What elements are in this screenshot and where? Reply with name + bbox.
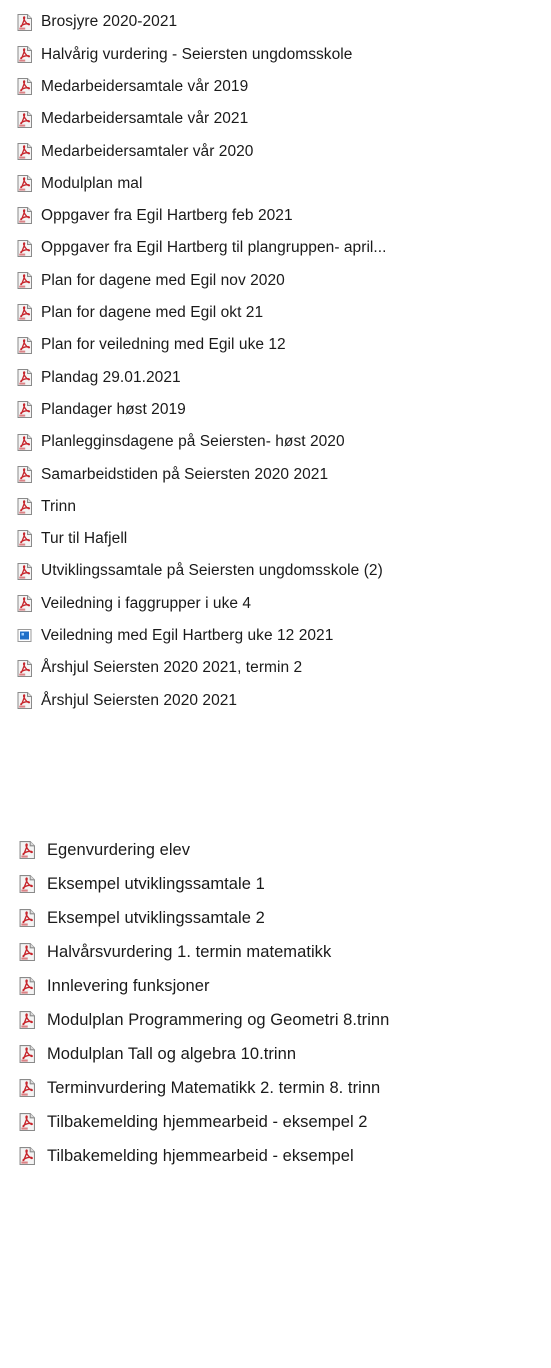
pdf-file-icon <box>17 207 32 225</box>
pdf-file-icon <box>17 13 32 31</box>
image-file-icon <box>17 627 32 644</box>
list-item[interactable]: Veiledning i faggrupper i uke 4 <box>0 587 551 619</box>
file-name-label: Modulplan Tall og algebra 10.trinn <box>47 1044 297 1063</box>
pdf-file-icon <box>19 1045 35 1064</box>
list-item[interactable]: Egenvurdering elev <box>0 833 551 867</box>
file-name-label: Årshjul Seiersten 2020 2021 <box>41 691 238 709</box>
list-item[interactable]: Årshjul Seiersten 2020 2021, termin 2 <box>0 652 551 684</box>
file-name-label: Eksempel utviklingssamtale 1 <box>47 874 265 893</box>
pdf-file-icon <box>17 465 32 483</box>
list-item[interactable]: Brosjyre 2020-2021 <box>0 6 551 38</box>
list-item[interactable]: Plandag 29.01.2021 <box>0 361 551 393</box>
pdf-file-icon <box>17 78 32 96</box>
pdf-file-icon <box>17 175 32 193</box>
pdf-file-icon <box>17 239 32 257</box>
pdf-file-icon <box>17 336 32 354</box>
list-item[interactable]: Modulplan Tall og algebra 10.trinn <box>0 1037 551 1071</box>
pdf-file-icon <box>19 943 35 962</box>
file-list-top: Brosjyre 2020-2021 Halvårig vurdering - S… <box>0 6 551 717</box>
file-name-label: Utviklingssamtale på Seiersten ungdomssk… <box>41 562 383 580</box>
list-item[interactable]: Samarbeidstiden på Seiersten 2020 2021 <box>0 458 551 490</box>
file-name-label: Medarbeidersamtaler vår 2020 <box>41 142 254 160</box>
file-name-label: Plan for veiledning med Egil uke 12 <box>41 336 286 354</box>
file-name-label: Tilbakemelding hjemmearbeid - eksempel 2 <box>47 1112 368 1131</box>
file-name-label: Modulplan mal <box>41 174 143 192</box>
file-name-label: Plan for dagene med Egil okt 21 <box>41 304 264 322</box>
list-item[interactable]: Modulplan Programmering og Geometri 8.tr… <box>0 1003 551 1037</box>
pdf-file-icon <box>19 977 35 996</box>
pdf-file-icon <box>19 1113 35 1132</box>
file-name-label: Oppgaver fra Egil Hartberg feb 2021 <box>41 207 293 225</box>
list-item[interactable]: Halvårig vurdering - Seiersten ungdomssk… <box>0 38 551 70</box>
list-item[interactable]: Årshjul Seiersten 2020 2021 <box>0 684 551 716</box>
list-item[interactable]: Veiledning med Egil Hartberg uke 12 2021 <box>0 620 551 652</box>
file-name-label: Oppgaver fra Egil Hartberg til plangrupp… <box>41 239 387 257</box>
pdf-file-icon <box>17 562 32 580</box>
list-item[interactable]: Halvårsvurdering 1. termin matematikk <box>0 935 551 969</box>
pdf-file-icon <box>17 368 32 386</box>
list-item[interactable]: Oppgaver fra Egil Hartberg til plangrupp… <box>0 232 551 264</box>
pdf-file-icon <box>17 498 32 516</box>
list-item[interactable]: Oppgaver fra Egil Hartberg feb 2021 <box>0 200 551 232</box>
file-name-label: Medarbeidersamtale vår 2021 <box>41 110 249 128</box>
list-item[interactable]: Medarbeidersamtale vår 2019 <box>0 71 551 103</box>
list-item[interactable]: Planlegginsdagene på Seiersten- høst 202… <box>0 426 551 458</box>
file-name-label: Medarbeidersamtale vår 2019 <box>41 77 249 95</box>
pdf-file-icon <box>17 401 32 419</box>
pdf-file-icon <box>19 1079 35 1098</box>
list-item[interactable]: Eksempel utviklingssamtale 2 <box>0 901 551 935</box>
pdf-file-icon <box>17 110 32 128</box>
pdf-file-icon <box>17 272 32 290</box>
list-item[interactable]: Terminvurdering Matematikk 2. termin 8. … <box>0 1071 551 1105</box>
file-name-label: Halvårsvurdering 1. termin matematikk <box>47 942 332 961</box>
pdf-file-icon <box>19 1011 35 1030</box>
pdf-file-icon <box>17 45 32 63</box>
pdf-file-icon <box>17 659 32 677</box>
file-name-label: Terminvurdering Matematikk 2. termin 8. … <box>47 1078 381 1097</box>
pdf-file-icon <box>19 841 35 860</box>
file-name-label: Innlevering funksjoner <box>47 976 210 995</box>
list-item[interactable]: Utviklingssamtale på Seiersten ungdomssk… <box>0 555 551 587</box>
file-name-label: Tur til Hafjell <box>41 530 128 548</box>
pdf-file-icon <box>17 304 32 322</box>
file-name-label: Trinn <box>41 497 76 515</box>
list-item[interactable]: Tilbakemelding hjemmearbeid - eksempel 2 <box>0 1105 551 1139</box>
file-name-label: Plandager høst 2019 <box>41 400 186 418</box>
list-item[interactable]: Tilbakemelding hjemmearbeid - eksempel <box>0 1139 551 1173</box>
file-name-label: Plandag 29.01.2021 <box>41 368 181 386</box>
file-name-label: Halvårig vurdering - Seiersten ungdomssk… <box>41 45 353 63</box>
pdf-file-icon <box>17 594 32 612</box>
list-item[interactable]: Medarbeidersamtaler vår 2020 <box>0 135 551 167</box>
list-item[interactable]: Innlevering funksjoner <box>0 969 551 1003</box>
pdf-file-icon <box>19 909 35 928</box>
file-name-label: Veiledning med Egil Hartberg uke 12 2021 <box>41 627 334 645</box>
pdf-file-icon <box>19 875 35 894</box>
file-name-label: Veiledning i faggrupper i uke 4 <box>41 594 252 612</box>
list-item[interactable]: Plan for dagene med Egil okt 21 <box>0 297 551 329</box>
list-item[interactable]: Plan for dagene med Egil nov 2020 <box>0 264 551 296</box>
file-name-label: Planlegginsdagene på Seiersten- høst 202… <box>41 433 345 451</box>
list-item[interactable]: Modulplan mal <box>0 167 551 199</box>
file-list-bottom: Egenvurdering elev Eksempel utviklingssam… <box>0 833 551 1173</box>
file-name-label: Modulplan Programmering og Geometri 8.tr… <box>47 1010 390 1029</box>
pdf-file-icon <box>17 691 32 709</box>
pdf-file-icon <box>17 530 32 548</box>
pdf-file-icon <box>17 142 32 160</box>
list-item[interactable]: Eksempel utviklingssamtale 1 <box>0 867 551 901</box>
pdf-file-icon <box>19 1147 35 1166</box>
list-item[interactable]: Medarbeidersamtale vår 2021 <box>0 103 551 135</box>
list-item[interactable]: Trinn <box>0 490 551 522</box>
file-name-label: Brosjyre 2020-2021 <box>41 13 178 31</box>
list-item[interactable]: Plandager høst 2019 <box>0 394 551 426</box>
list-item[interactable]: Plan for veiledning med Egil uke 12 <box>0 329 551 361</box>
file-name-label: Egenvurdering elev <box>47 840 191 859</box>
file-name-label: Plan for dagene med Egil nov 2020 <box>41 271 285 289</box>
file-name-label: Årshjul Seiersten 2020 2021, termin 2 <box>41 659 303 677</box>
list-item[interactable]: Tur til Hafjell <box>0 523 551 555</box>
file-name-label: Samarbeidstiden på Seiersten 2020 2021 <box>41 465 329 483</box>
file-name-label: Tilbakemelding hjemmearbeid - eksempel <box>47 1146 354 1165</box>
file-name-label: Eksempel utviklingssamtale 2 <box>47 908 265 927</box>
pdf-file-icon <box>17 433 32 451</box>
